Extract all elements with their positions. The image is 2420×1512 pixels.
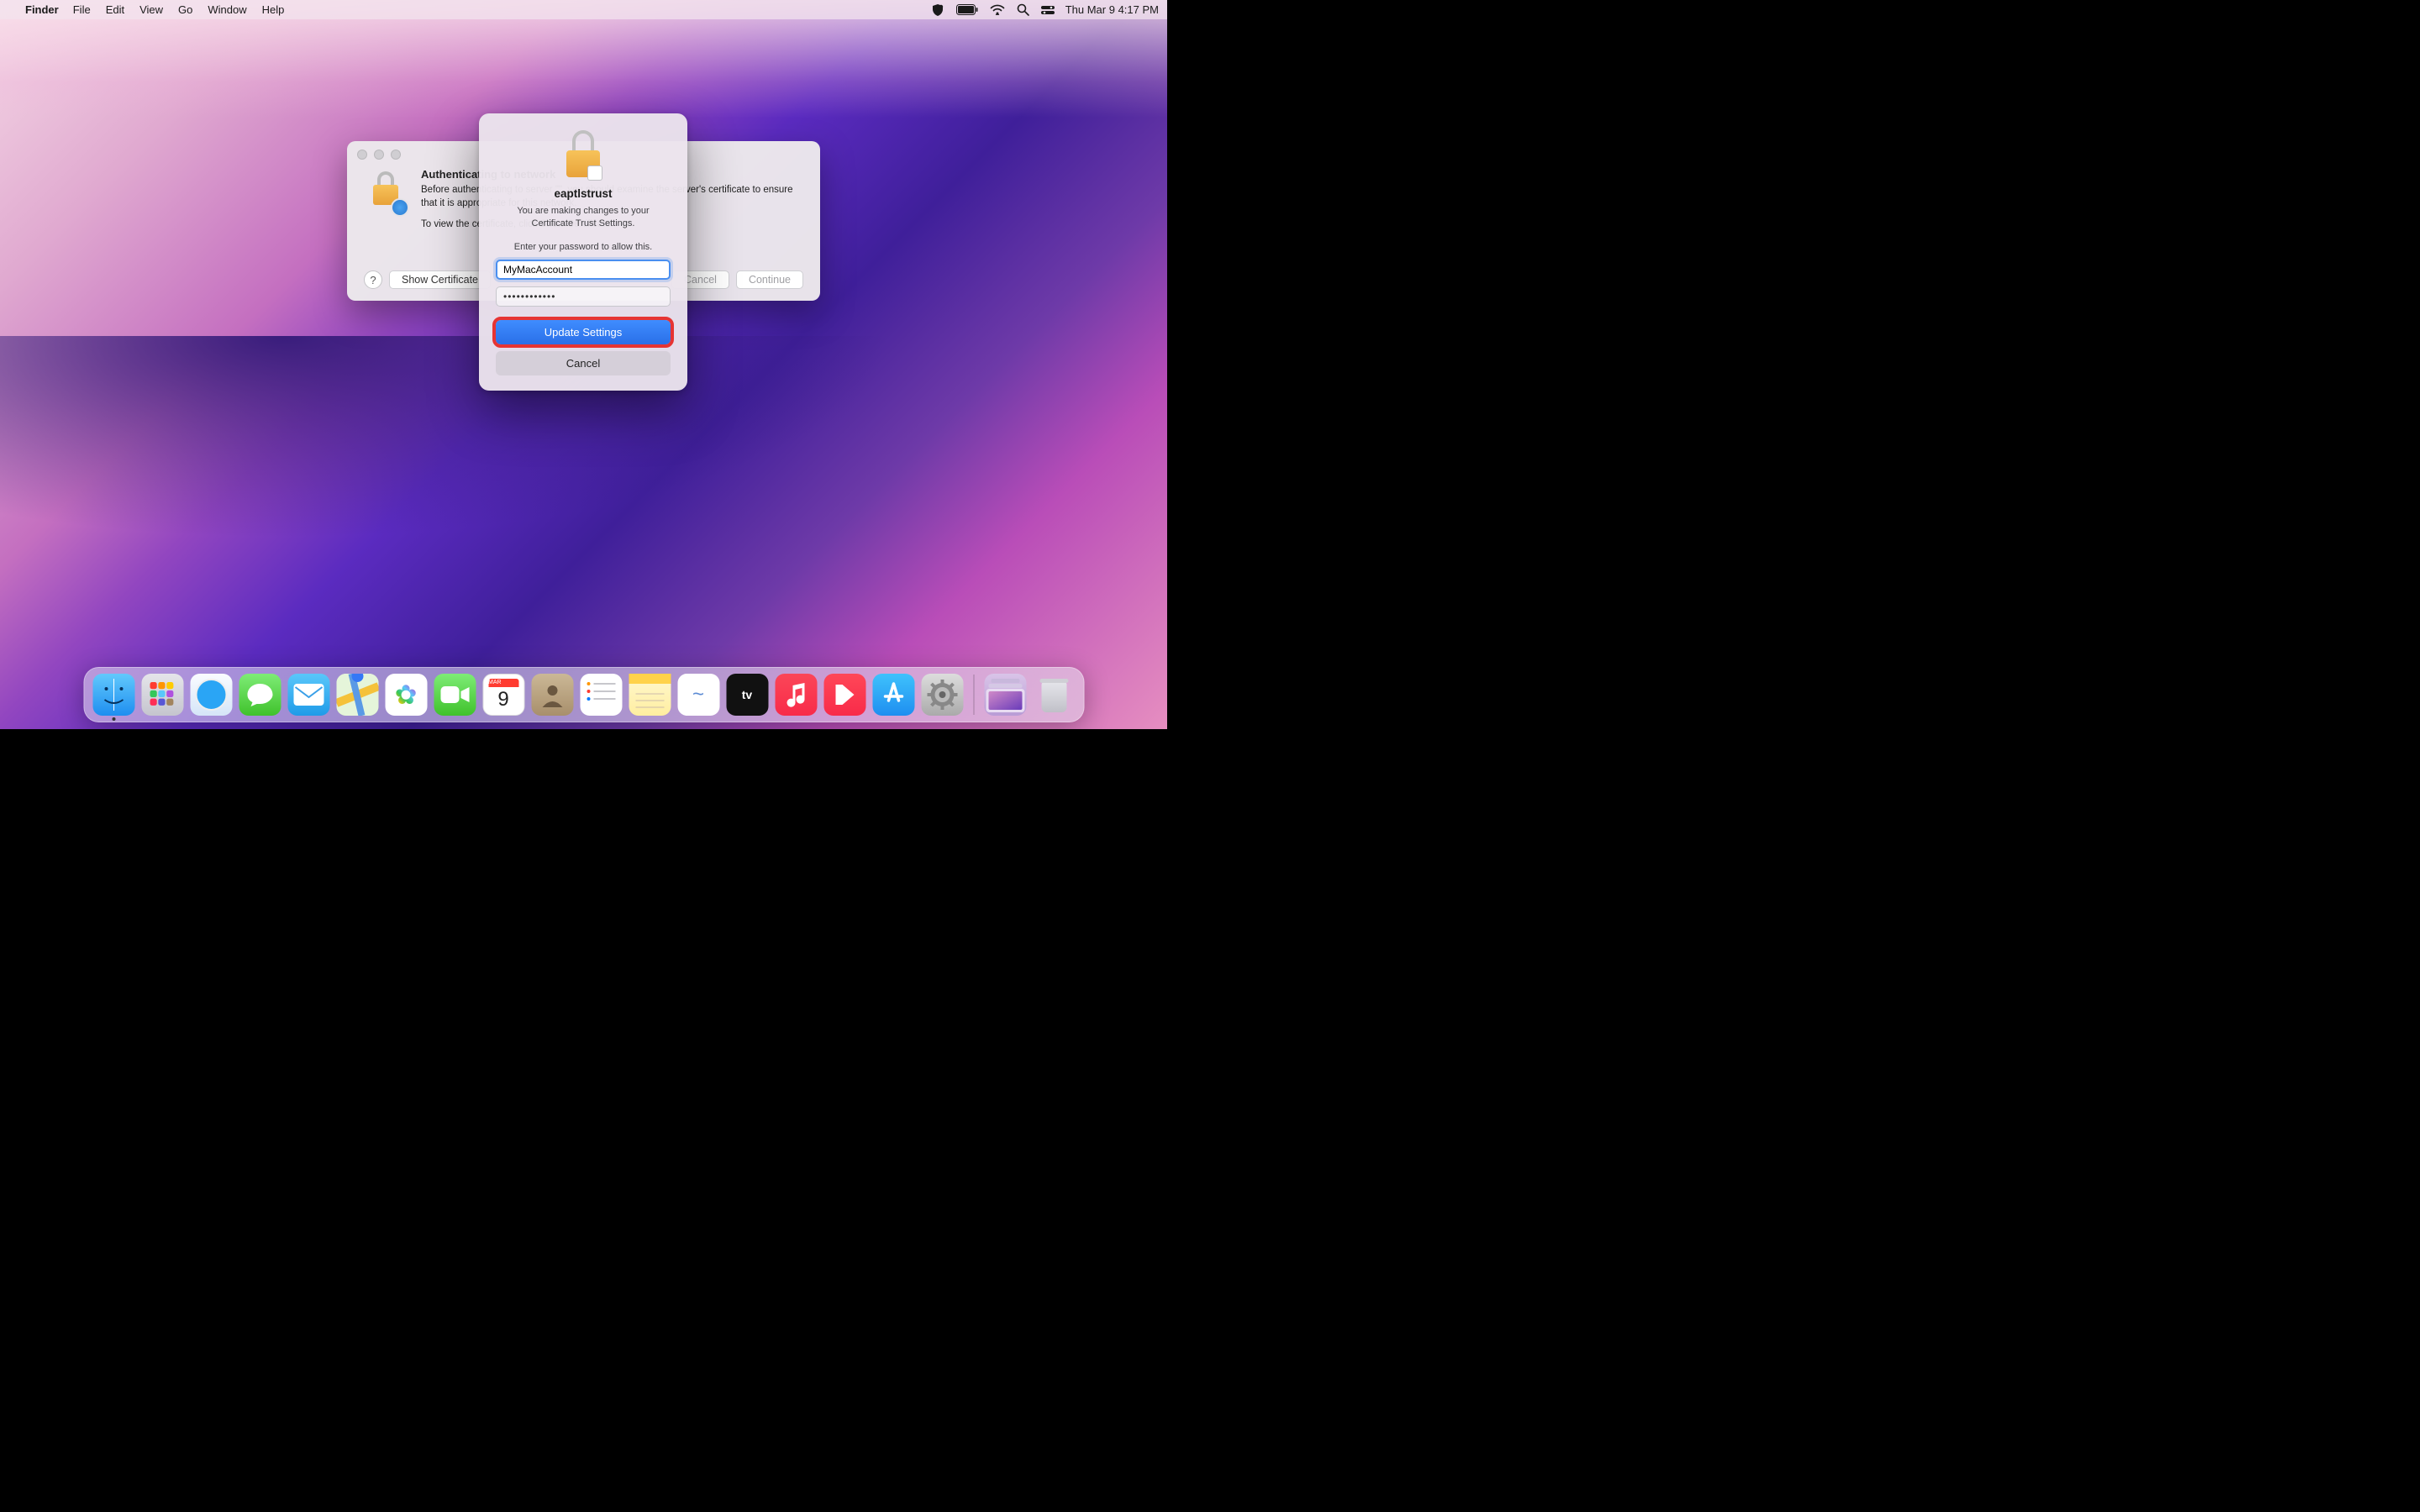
- show-certificate-button[interactable]: Show Certificate: [389, 270, 491, 289]
- dock-safari[interactable]: [190, 674, 232, 716]
- dock-notes[interactable]: [629, 674, 671, 716]
- dock-photos[interactable]: [385, 674, 427, 716]
- dock-music[interactable]: [775, 674, 817, 716]
- wifi-cert-icon: [366, 173, 406, 213]
- dock-recent-window[interactable]: [984, 674, 1026, 716]
- close-button[interactable]: [357, 150, 367, 160]
- dock-separator: [973, 675, 974, 715]
- menubar-datetime[interactable]: Thu Mar 9 4:17 PM: [1065, 3, 1159, 16]
- minimize-button[interactable]: [374, 150, 384, 160]
- running-indicator: [112, 717, 115, 721]
- calendar-day-label: 9: [483, 688, 523, 711]
- dock-news[interactable]: [823, 674, 865, 716]
- dock-reminders[interactable]: [580, 674, 622, 716]
- help-button[interactable]: ?: [364, 270, 382, 289]
- dialog-prompt: Enter your password to allow this.: [496, 242, 671, 252]
- dock-calendar[interactable]: MAR 9: [482, 674, 524, 716]
- privacy-indicator-icon[interactable]: [931, 4, 944, 16]
- dock-contacts[interactable]: [531, 674, 573, 716]
- dock-launchpad[interactable]: [141, 674, 183, 716]
- menu-edit[interactable]: Edit: [106, 3, 124, 16]
- menubar: Finder File Edit View Go Window Help Thu…: [0, 0, 1167, 19]
- dock-system-settings[interactable]: [921, 674, 963, 716]
- menu-window[interactable]: Window: [208, 3, 246, 16]
- menu-file[interactable]: File: [73, 3, 91, 16]
- menu-view[interactable]: View: [139, 3, 163, 16]
- lock-icon: [560, 130, 606, 181]
- dock-appstore[interactable]: [872, 674, 914, 716]
- menu-go[interactable]: Go: [178, 3, 192, 16]
- control-center-icon[interactable]: [1041, 5, 1055, 15]
- dock-tv[interactable]: tv: [726, 674, 768, 716]
- wifi-icon[interactable]: [990, 4, 1005, 15]
- dock-finder[interactable]: [92, 674, 134, 716]
- eaptlstrust-auth-dialog: eaptlstrust You are making changes to yo…: [479, 113, 687, 391]
- spotlight-icon[interactable]: [1017, 3, 1029, 16]
- dialog-title: eaptlstrust: [496, 187, 671, 200]
- dock-facetime[interactable]: [434, 674, 476, 716]
- update-settings-button[interactable]: Update Settings: [496, 320, 671, 344]
- dock-maps[interactable]: [336, 674, 378, 716]
- continue-button[interactable]: Continue: [736, 270, 803, 289]
- password-field[interactable]: [496, 286, 671, 307]
- dock: MAR 9 tv: [83, 667, 1084, 722]
- dialog-message: You are making changes to your Certifica…: [496, 205, 671, 230]
- zoom-button[interactable]: [391, 150, 401, 160]
- username-field[interactable]: [496, 260, 671, 280]
- dock-mail[interactable]: [287, 674, 329, 716]
- dock-messages[interactable]: [239, 674, 281, 716]
- dock-freeform[interactable]: [677, 674, 719, 716]
- dock-trash[interactable]: [1033, 674, 1075, 716]
- app-menu-finder[interactable]: Finder: [25, 3, 59, 16]
- battery-icon[interactable]: [956, 4, 978, 15]
- calendar-month-label: MAR: [488, 679, 518, 687]
- cancel-button[interactable]: Cancel: [496, 351, 671, 375]
- menu-help[interactable]: Help: [262, 3, 285, 16]
